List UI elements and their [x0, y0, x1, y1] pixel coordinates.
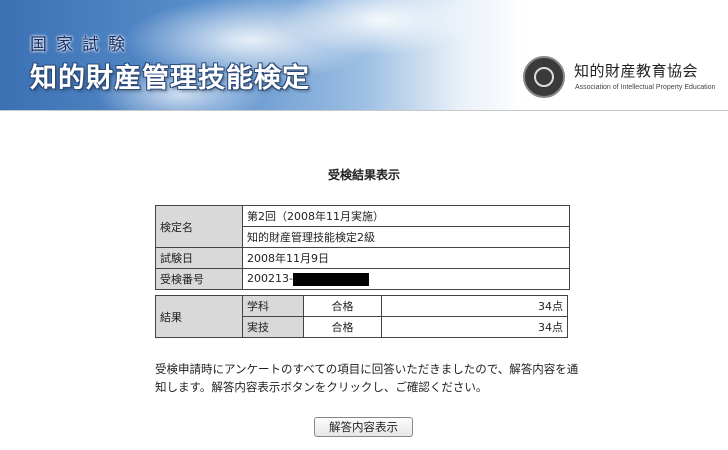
table-row: 受検番号 200213-: [155, 268, 570, 290]
result-label: 結果: [155, 295, 243, 338]
table-row: 検定名 第2回（2008年11月実施）: [155, 205, 570, 248]
exam-date-value: 2008年11月9日: [242, 247, 570, 269]
examinee-id-label: 受検番号: [155, 268, 243, 290]
examinee-id-value: 200213-: [247, 272, 293, 286]
subject-cell: 実技: [242, 316, 304, 338]
exam-info-table: 検定名 第2回（2008年11月実施） 知的財産管理技能検定2級 試験日 200…: [155, 205, 570, 290]
score-cell: 34点: [381, 316, 568, 338]
show-answers-button[interactable]: 解答内容表示: [314, 417, 413, 437]
score-cell: 34点: [381, 295, 568, 317]
org-name-english: Association of Intellectual Property Edu…: [575, 84, 716, 91]
status-cell: 合格: [303, 316, 382, 338]
table-row: 結果 学科 合格 34点: [155, 295, 568, 338]
org-name: 知的財産教育協会: [574, 62, 699, 80]
exam-name-label: 検定名: [155, 205, 243, 248]
status-cell: 合格: [303, 295, 382, 317]
examinee-id-cell: 200213-: [242, 268, 570, 290]
exam-date-label: 試験日: [155, 247, 243, 269]
banner-subtitle: 国家試験: [30, 35, 134, 55]
notice-text: 受検申請時にアンケートのすべての項目に回答いただきましたので、解答内容を通知しま…: [155, 362, 579, 394]
exam-name-value: 知的財産管理技能検定2級: [242, 226, 570, 248]
emblem-icon: [523, 56, 565, 98]
banner-title: 知的財産管理技能検定: [30, 63, 310, 94]
exam-round-value: 第2回（2008年11月実施）: [242, 205, 570, 227]
result-table: 結果 学科 合格 34点 実技 合格 34点: [155, 295, 568, 338]
header-banner: 国家試験 知的財産管理技能検定 知的財産教育協会 Association of …: [0, 0, 728, 111]
table-row: 試験日 2008年11月9日: [155, 247, 570, 269]
subject-cell: 学科: [242, 295, 304, 317]
page-title: 受検結果表示: [327, 168, 400, 182]
redaction-bar: [292, 272, 369, 286]
